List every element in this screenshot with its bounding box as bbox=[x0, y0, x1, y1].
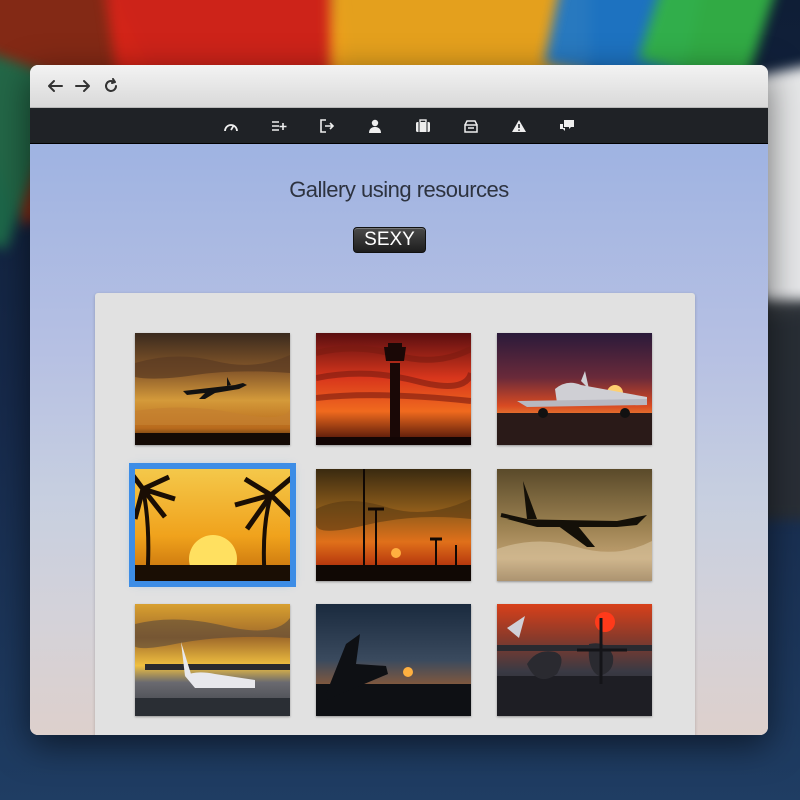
warning-icon[interactable] bbox=[508, 115, 530, 137]
gallery-thumb-light-poles-sunset[interactable] bbox=[316, 469, 471, 581]
gallery-thumb-plane-landing-dusk[interactable] bbox=[497, 469, 652, 581]
gallery-thumb-control-tower-red-sky[interactable] bbox=[316, 333, 471, 445]
forward-button[interactable] bbox=[74, 77, 92, 95]
inbox-icon[interactable] bbox=[460, 115, 482, 137]
back-button[interactable] bbox=[46, 77, 64, 95]
gallery-thumb-tail-fin-sunset[interactable] bbox=[316, 604, 471, 716]
briefcase-icon[interactable] bbox=[412, 115, 434, 137]
browser-toolbar bbox=[30, 65, 768, 108]
arrow-right-icon bbox=[75, 80, 90, 92]
gallery-thumb-propeller-plane-red-sun[interactable] bbox=[497, 604, 652, 716]
gallery-thumb-palm-trees-sunset[interactable] bbox=[129, 463, 296, 587]
user-icon[interactable] bbox=[364, 115, 386, 137]
dashboard-icon[interactable] bbox=[220, 115, 242, 137]
top-navbar bbox=[30, 108, 768, 144]
gallery-thumb-plane-sunset-clouds[interactable] bbox=[135, 333, 290, 445]
page-title: Gallery using resources bbox=[289, 177, 509, 202]
gallery-thumb-jet-on-tarmac-evening[interactable] bbox=[135, 604, 290, 716]
list-add-icon[interactable] bbox=[268, 115, 290, 137]
image-gallery bbox=[95, 293, 695, 735]
sign-out-icon[interactable] bbox=[316, 115, 338, 137]
reload-button[interactable] bbox=[102, 77, 120, 95]
arrow-left-icon bbox=[48, 80, 63, 92]
gallery-thumb-parked-jet-sunset[interactable] bbox=[497, 333, 652, 445]
sexy-button[interactable]: SEXY bbox=[353, 227, 426, 253]
page-content: Gallery using resources SEXY bbox=[30, 144, 768, 735]
reload-icon bbox=[105, 78, 117, 92]
browser-window: Gallery using resources SEXY bbox=[30, 65, 768, 735]
chat-icon[interactable] bbox=[556, 115, 578, 137]
